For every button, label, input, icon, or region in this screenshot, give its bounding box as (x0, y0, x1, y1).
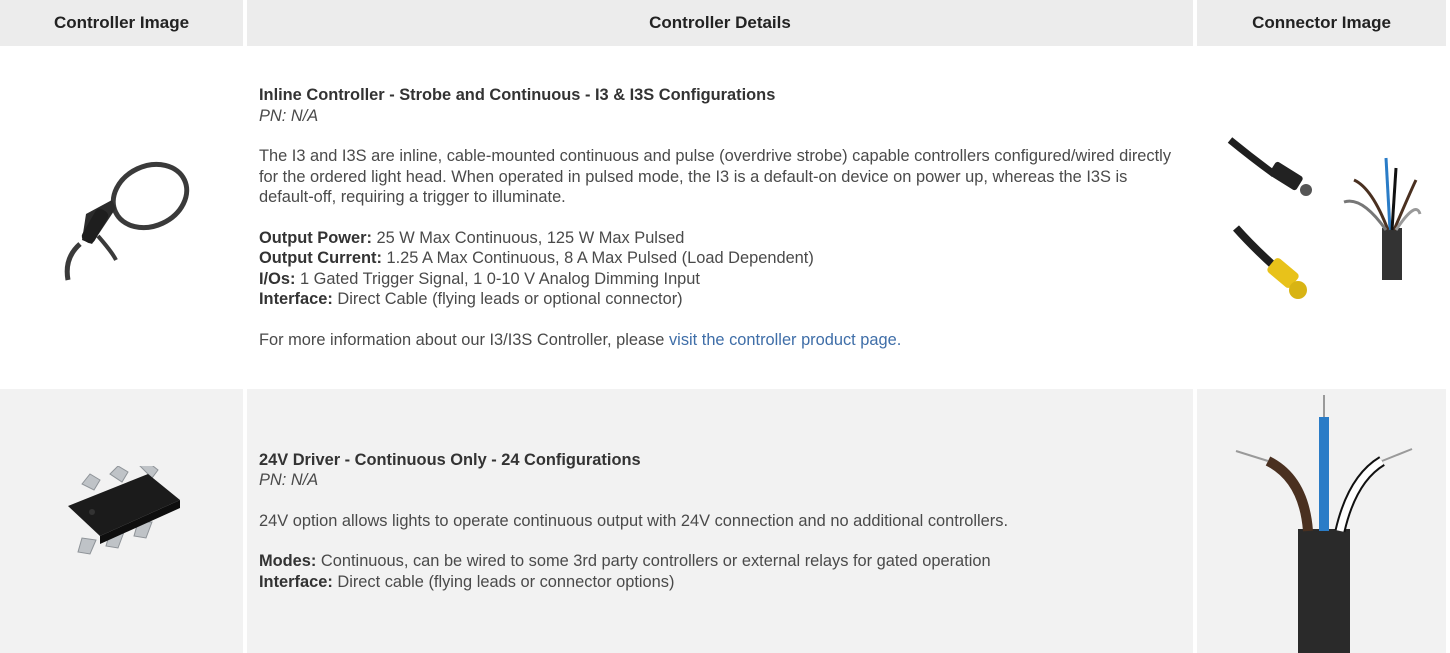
spec-item: Interface: Direct Cable (flying leads or… (259, 289, 1183, 310)
connector-image-cell (1197, 46, 1446, 389)
controller-image-cell (0, 389, 243, 653)
spec-value: 1.25 A Max Continuous, 8 A Max Pulsed (L… (381, 249, 814, 267)
more-info-text: For more information about our I3/I3S Co… (259, 330, 669, 349)
controller-details-cell: 24V Driver - Continuous Only - 24 Config… (247, 389, 1193, 653)
header-controller-details: Controller Details (247, 0, 1193, 46)
product-page-link[interactable]: visit the controller product page. (669, 331, 901, 349)
spec-list: Output Power: 25 W Max Continuous, 125 W… (259, 228, 1183, 310)
connector-image-cell (1197, 389, 1446, 653)
more-info: For more information about our I3/I3S Co… (259, 330, 1183, 351)
part-number: PN: N/A (259, 471, 319, 490)
inline-controller-image (64, 161, 189, 280)
controller-details-cell: Inline Controller - Strobe and Continuou… (247, 46, 1193, 389)
controller-description: The I3 and I3S are inline, cable-mounted… (259, 147, 1172, 206)
spec-label: Output Power: (259, 228, 372, 247)
controller-title: 24V Driver - Continuous Only - 24 Config… (259, 450, 641, 469)
spec-item: Output Current: 1.25 A Max Continuous, 8… (259, 248, 1183, 269)
driver-chip-image (67, 466, 180, 555)
spec-item: Interface: Direct cable (flying leads or… (259, 572, 1183, 593)
spec-value: Direct cable (flying leads or connector … (332, 572, 675, 591)
table-row: Inline Controller - Strobe and Continuou… (0, 46, 1446, 389)
connector-image (1227, 136, 1421, 299)
spec-value: Continuous, can be wired to some 3rd par… (316, 552, 991, 571)
controller-image-cell (0, 46, 243, 389)
spec-item: I/Os: 1 Gated Trigger Signal, 1 0-10 V A… (259, 269, 1183, 290)
spec-value: 1 Gated Trigger Signal, 1 0-10 V Analog … (295, 269, 700, 288)
spec-label: Modes: (259, 552, 317, 571)
spec-list: Modes: Continuous, can be wired to some … (259, 551, 1183, 592)
spec-item: Output Power: 25 W Max Continuous, 125 W… (259, 228, 1183, 249)
table-header-row: Controller Image Controller Details Conn… (0, 0, 1446, 46)
spec-label: I/Os: (259, 269, 296, 288)
spec-label: Interface: (259, 290, 333, 308)
part-number: PN: N/A (259, 106, 319, 125)
spec-value: 25 W Max Continuous, 125 W Max Pulsed (371, 228, 685, 247)
spec-item: Modes: Continuous, can be wired to some … (259, 551, 1183, 572)
header-controller-image: Controller Image (0, 0, 243, 46)
table-row: 24V Driver - Continuous Only - 24 Config… (0, 389, 1446, 653)
controller-description: 24V option allows lights to operate cont… (259, 511, 1008, 530)
flying-leads-image (1235, 395, 1412, 653)
spec-label: Interface: (259, 572, 333, 591)
spec-label: Output Current: (259, 249, 382, 267)
controller-table: Controller Image Controller Details Conn… (0, 0, 1450, 653)
spec-value: Direct Cable (flying leads or optional c… (332, 290, 683, 308)
controller-title: Inline Controller - Strobe and Continuou… (259, 86, 776, 104)
header-connector-image: Connector Image (1197, 0, 1446, 46)
